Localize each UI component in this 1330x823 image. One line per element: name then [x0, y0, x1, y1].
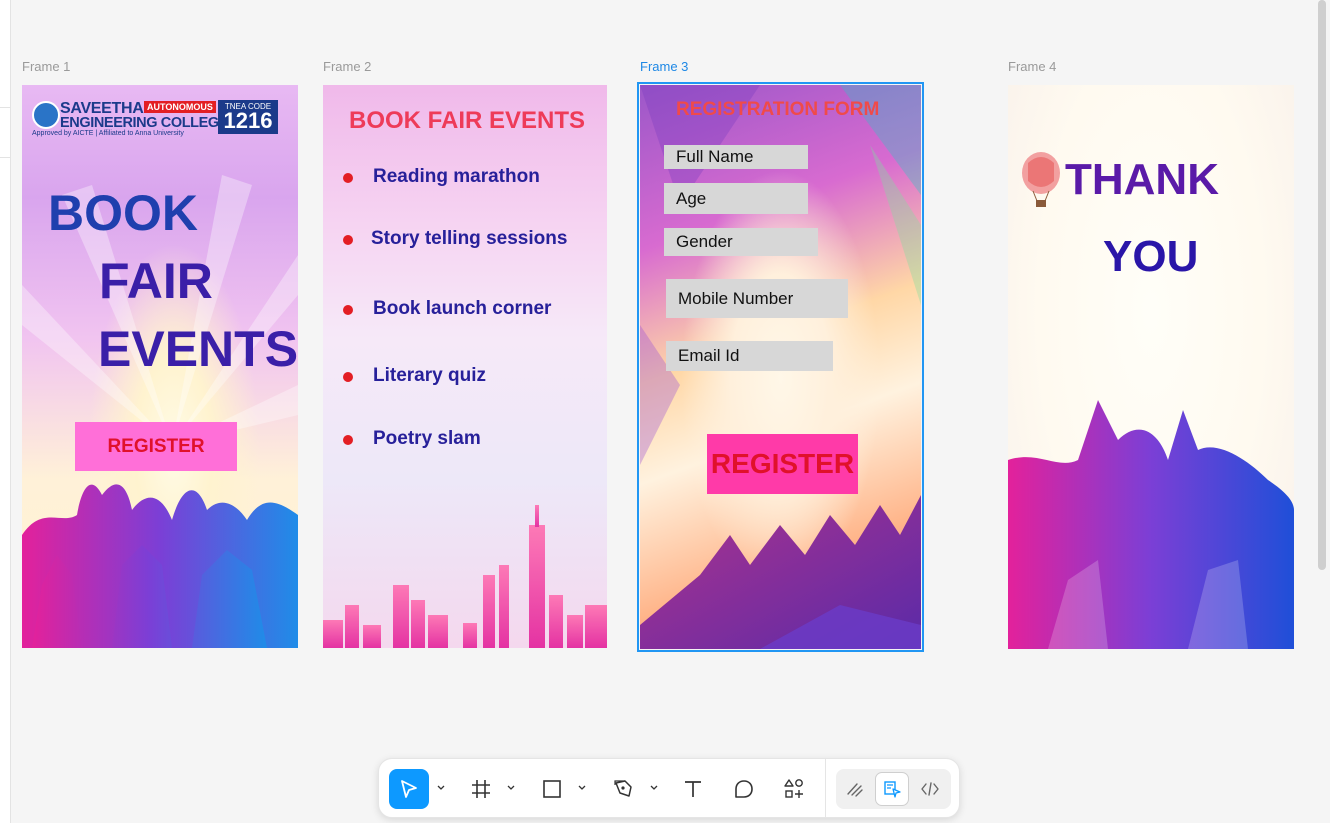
- logo-college: ENGINEERING COLLEGE: [60, 115, 229, 131]
- panel-divider: [0, 107, 10, 108]
- event-name: Story telling sessions: [371, 228, 568, 249]
- headline-book: BOOK: [48, 185, 198, 241]
- rectangle-icon: [543, 780, 561, 798]
- jumping-people-silhouette: [1008, 400, 1294, 649]
- shape-tool-chevron-down-icon[interactable]: [577, 783, 587, 793]
- bullet-icon: [343, 305, 353, 315]
- frame-3-label[interactable]: Frame 3: [640, 59, 688, 74]
- headline-events: EVENTS: [98, 321, 298, 377]
- event-name: Literary quiz: [373, 365, 486, 386]
- headline-fair: FAIR: [99, 253, 213, 309]
- frame-3-registration[interactable]: REGISTRATION FORM Full Name Age Gender M…: [640, 85, 921, 649]
- graduates-silhouette: [640, 495, 921, 649]
- text-tool-button[interactable]: [673, 769, 713, 809]
- age-field[interactable]: Age: [664, 183, 808, 214]
- email-field[interactable]: Email Id: [666, 341, 833, 371]
- hot-air-balloon-icon: [1022, 152, 1060, 207]
- full-name-field[interactable]: Full Name: [664, 145, 808, 169]
- pen-tool-chevron-down-icon[interactable]: [649, 783, 659, 793]
- move-tool-chevron-down-icon[interactable]: [436, 783, 446, 793]
- actions-tool-button[interactable]: [774, 769, 814, 809]
- pen-nib-icon: [614, 780, 632, 797]
- bullet-icon: [343, 372, 353, 382]
- frame-4-thank-you[interactable]: THANK YOU: [1008, 85, 1294, 649]
- comment-tool-button[interactable]: [724, 769, 764, 809]
- draw-mode-button[interactable]: [838, 772, 872, 806]
- pen-tool-button[interactable]: [603, 769, 643, 809]
- scribble-icon: [847, 783, 863, 797]
- panel-divider: [0, 157, 10, 158]
- bullet-icon: [343, 435, 353, 445]
- event-name: Poetry slam: [373, 428, 481, 449]
- college-emblem-icon: [32, 101, 60, 129]
- bullet-icon: [343, 235, 353, 245]
- frame-1-label[interactable]: Frame 1: [22, 59, 70, 74]
- city-skyline-graphic: [323, 505, 607, 648]
- left-panel-edge: [0, 0, 11, 823]
- bullet-icon: [343, 173, 353, 183]
- toolbar-divider: [825, 759, 826, 817]
- registration-title: REGISTRATION FORM: [676, 99, 880, 120]
- gender-field[interactable]: Gender: [664, 228, 818, 256]
- register-button[interactable]: REGISTER: [75, 422, 237, 471]
- tnea-code-badge: TNEA CODE 1216: [218, 100, 278, 134]
- design-select-icon: [884, 781, 901, 798]
- frame-4-label[interactable]: Frame 4: [1008, 59, 1056, 74]
- shape-tool-button[interactable]: [532, 769, 572, 809]
- you-text: YOU: [1103, 232, 1199, 281]
- comment-bubble-icon: [735, 780, 753, 798]
- college-logo: SAVEETHA AUTONOMOUS ENGINEERING COLLEGE …: [30, 99, 280, 137]
- frame-2-poster[interactable]: BOOK FAIR EVENTS Reading marathon Story …: [323, 85, 607, 648]
- cursor-arrow-icon: [401, 780, 417, 798]
- frame-tool-button[interactable]: [461, 769, 501, 809]
- frame-tool-chevron-down-icon[interactable]: [506, 783, 516, 793]
- event-name: Book launch corner: [373, 298, 552, 319]
- event-name: Reading marathon: [373, 166, 540, 187]
- frame-2-label[interactable]: Frame 2: [323, 59, 371, 74]
- code-brackets-icon: [921, 782, 939, 796]
- dancing-crowd-silhouette: [22, 484, 298, 648]
- move-tool-button[interactable]: [389, 769, 429, 809]
- logo-approved: Approved by AICTE | Affiliated to Anna U…: [32, 130, 184, 137]
- frame-1-poster[interactable]: SAVEETHA AUTONOMOUS ENGINEERING COLLEGE …: [22, 85, 298, 648]
- frame-hash-icon: [472, 780, 490, 798]
- design-mode-button[interactable]: [875, 772, 909, 806]
- events-title: BOOK FAIR EVENTS: [349, 107, 586, 134]
- shapes-plus-icon: [784, 779, 803, 798]
- tnea-code: 1216: [223, 108, 273, 133]
- dev-mode-button[interactable]: [913, 772, 947, 806]
- mobile-number-field[interactable]: Mobile Number: [666, 279, 848, 318]
- thank-text: THANK: [1065, 155, 1219, 204]
- bottom-toolbar: [378, 758, 960, 818]
- autonomous-badge: AUTONOMOUS: [144, 101, 216, 113]
- text-t-icon: [685, 781, 701, 797]
- mode-switcher: [836, 769, 951, 809]
- canvas-scrollbar[interactable]: [1318, 0, 1326, 570]
